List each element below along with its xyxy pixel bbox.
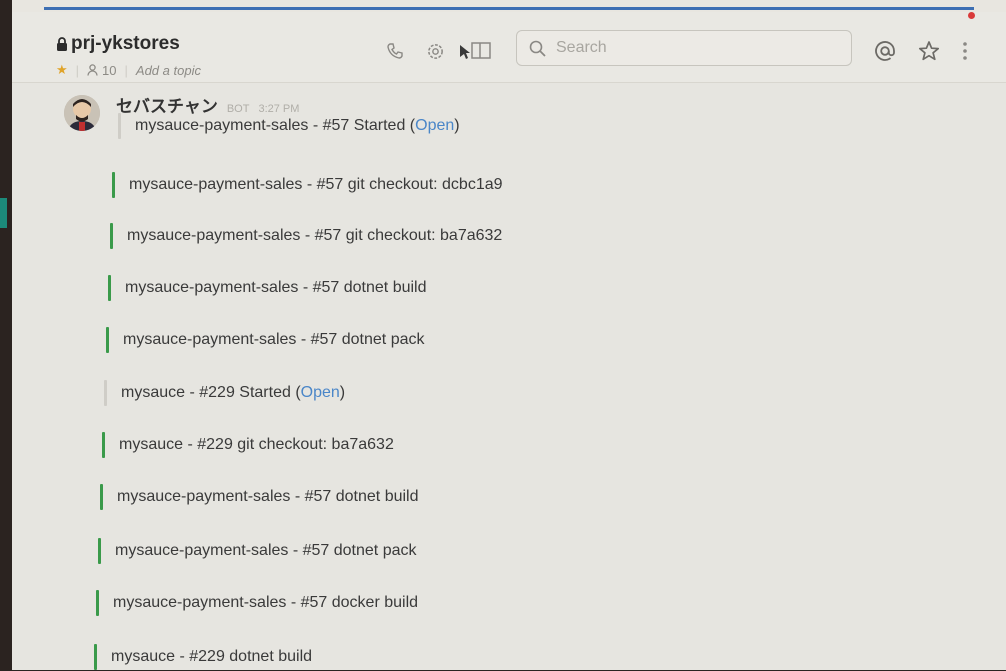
attachment-text: mysauce-payment-sales - #57 git checkout…: [127, 227, 503, 244]
person-icon: [87, 64, 98, 76]
attachment-item: mysauce - #229 Started (Open): [104, 379, 345, 407]
channel-title[interactable]: prj-ykstores: [56, 33, 180, 55]
attachment-color-bar: [110, 223, 113, 249]
search-box[interactable]: [516, 30, 852, 66]
attachment-color-bar: [108, 275, 111, 301]
phone-icon[interactable]: [384, 40, 406, 62]
attachment-color-bar: [100, 484, 103, 510]
attachment-color-bar: [96, 590, 99, 616]
attachment-text: mysauce-payment-sales - #57 Started (Ope…: [135, 117, 460, 134]
attachment-item: mysauce - #229 dotnet build: [94, 643, 312, 671]
attachment-item: mysauce-payment-sales - #57 dotnet pack: [106, 326, 424, 354]
attachment-item: mysauce-payment-sales - #57 dotnet build: [100, 483, 419, 511]
attachment-color-bar: [94, 644, 97, 670]
open-link[interactable]: Open: [301, 384, 340, 401]
attachment-color-bar: [98, 538, 101, 564]
attachment-text: mysauce - #229 git checkout: ba7a632: [119, 436, 394, 453]
attachment-color-bar: [106, 327, 109, 353]
attachment-color-bar: [112, 172, 115, 198]
attachment-item: mysauce-payment-sales - #57 Started (Ope…: [118, 112, 460, 140]
search-icon: [529, 40, 546, 57]
attachment-text: mysauce-payment-sales - #57 git checkout…: [129, 176, 503, 193]
member-count[interactable]: 10: [87, 62, 117, 78]
attachment-text: mysauce-payment-sales - #57 docker build: [113, 594, 419, 611]
attachment-item: mysauce-payment-sales - #57 dotnet pack: [98, 537, 416, 565]
more-options-icon[interactable]: [954, 40, 976, 62]
star-icon[interactable]: ★: [56, 62, 68, 78]
left-bezel: [0, 0, 12, 670]
open-link[interactable]: Open: [415, 117, 454, 134]
search-input[interactable]: [554, 38, 838, 58]
attachment-text: mysauce - #229 dotnet build: [111, 648, 313, 665]
starred-items-icon[interactable]: [918, 40, 940, 62]
channel-name: prj-ykstores: [71, 33, 180, 54]
gear-icon[interactable]: [424, 40, 446, 62]
attachment-color-bar: [102, 432, 105, 458]
lock-icon: [57, 37, 67, 51]
details-panel-icon[interactable]: [458, 40, 492, 62]
attachment-item: mysauce-payment-sales - #57 dotnet build: [108, 274, 427, 302]
slack-window: prj-ykstores ★ | 10 | Add a topic Search…: [12, 12, 1006, 670]
channel-meta: ★ | 10 | Add a topic: [56, 62, 201, 78]
message-list: セバスチャン BOT 3:27 PM mysauce-payment-sales…: [12, 83, 1006, 670]
notification-dot: [968, 12, 975, 19]
attachment-item: mysauce - #229 git checkout: ba7a632: [102, 431, 394, 459]
add-topic-link[interactable]: Add a topic: [136, 63, 201, 78]
divider: |: [75, 62, 80, 78]
channel-header: prj-ykstores ★ | 10 | Add a topic: [12, 12, 1006, 83]
attachment-item: mysauce-payment-sales - #57 git checkout…: [112, 171, 503, 199]
attachment-color-bar: [104, 380, 107, 406]
attachment-text: mysauce - #229 Started (Open): [121, 384, 346, 401]
divider: |: [124, 62, 128, 78]
attachment-text: mysauce-payment-sales - #57 dotnet pack: [115, 542, 417, 559]
top-strip: [12, 0, 1006, 12]
attachment-item: mysauce-payment-sales - #57 git checkout…: [110, 222, 502, 250]
attachment-item: mysauce-payment-sales - #57 docker build: [96, 589, 418, 617]
member-count-value: 10: [102, 62, 117, 78]
attachment-color-bar: [118, 113, 121, 139]
attachment-text: mysauce-payment-sales - #57 dotnet build: [125, 279, 427, 296]
loading-line: [44, 7, 974, 10]
attachment-text: mysauce-payment-sales - #57 dotnet build: [117, 488, 419, 505]
avatar[interactable]: [64, 95, 100, 131]
attachment-text: mysauce-payment-sales - #57 dotnet pack: [123, 331, 425, 348]
sidebar-accent: [0, 198, 7, 228]
mentions-icon[interactable]: [874, 40, 896, 62]
